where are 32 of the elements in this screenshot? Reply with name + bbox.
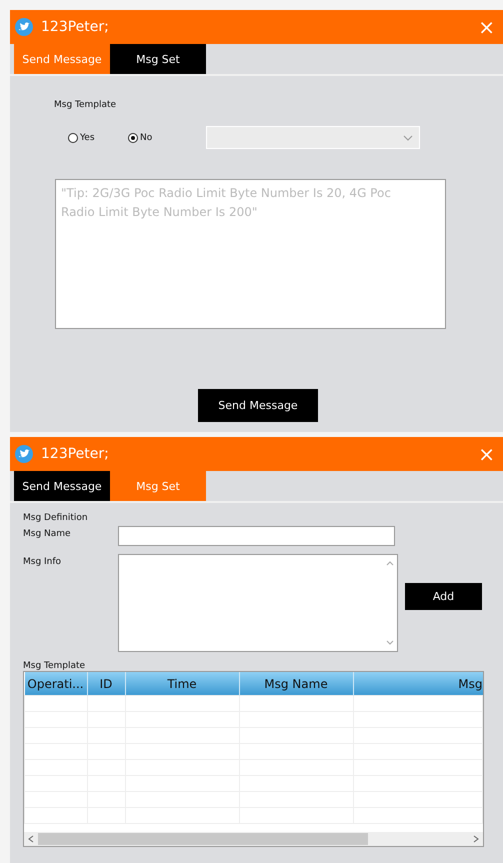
horizontal-scrollbar[interactable] — [24, 832, 483, 846]
tab[interactable]: Send Message — [14, 471, 110, 501]
column-header[interactable]: Time — [125, 672, 239, 696]
window-title: 123Peter; — [41, 19, 110, 35]
info-field[interactable] — [118, 554, 398, 652]
section-label: Msg Template — [23, 661, 86, 671]
radio-label: Yes — [80, 132, 95, 142]
tab[interactable]: Msg Set — [110, 44, 206, 74]
window-title: 123Peter; — [41, 446, 110, 462]
bird-icon — [15, 445, 33, 463]
scroll-thumb[interactable] — [38, 833, 368, 845]
column-header[interactable]: Msg Name — [239, 672, 353, 696]
name-field[interactable] — [118, 526, 395, 546]
radio-button[interactable] — [68, 132, 78, 142]
scroll-left-icon[interactable] — [28, 835, 34, 843]
message-field[interactable]: "Tip: 2G/3G Poc Radio Limit Byte Number Is 20, 4G Poc Radio Limit Byte Number Is 200" — [55, 179, 446, 329]
column-header[interactable]: Operati... — [24, 672, 87, 696]
add-button[interactable]: Add — [405, 583, 482, 610]
radio-button[interactable] — [128, 132, 138, 142]
bird-icon — [15, 18, 33, 36]
scroll-up-icon[interactable] — [386, 561, 394, 566]
field-label: Msg Info — [23, 556, 62, 567]
column-header[interactable]: ID — [87, 672, 125, 696]
chevron-down-icon — [403, 134, 413, 140]
scroll-down-icon[interactable] — [386, 640, 394, 645]
scroll-right-icon[interactable] — [473, 835, 479, 843]
field-label: Msg Name — [23, 528, 72, 541]
send-message-button[interactable]: Send Message — [198, 389, 318, 422]
radio-label: No — [140, 132, 152, 142]
template-label: Msg Template — [54, 100, 118, 110]
section-label: Msg Definition — [23, 513, 89, 523]
column-header[interactable]: Msg — [353, 672, 482, 696]
